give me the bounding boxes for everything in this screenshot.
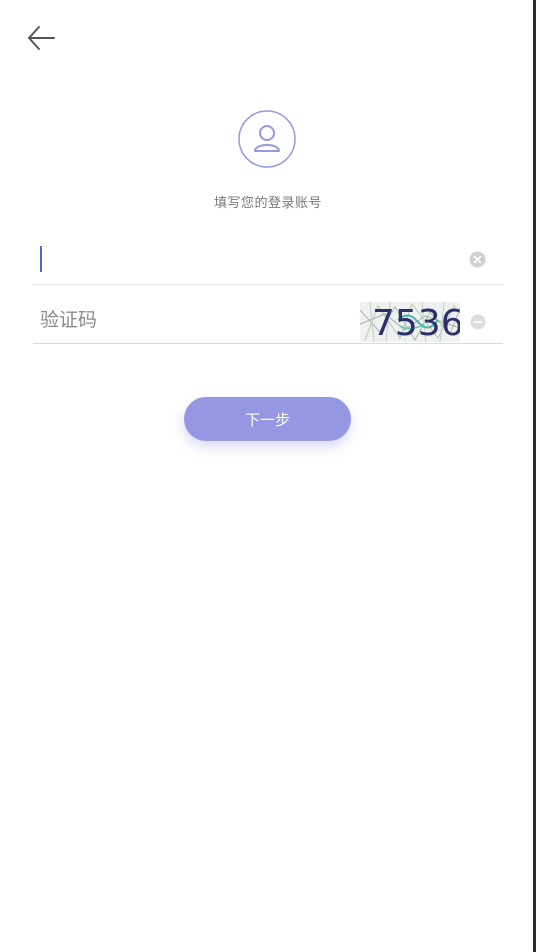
user-icon xyxy=(238,110,296,168)
refresh-circle-icon[interactable] xyxy=(470,314,486,330)
captcha-text: 7536 xyxy=(372,303,460,342)
account-field xyxy=(33,234,503,285)
captcha-input[interactable] xyxy=(40,305,340,337)
back-button[interactable] xyxy=(24,22,60,54)
next-step-button[interactable]: 下一步 xyxy=(184,397,351,441)
captcha-image[interactable]: 7536 xyxy=(359,301,464,344)
account-input[interactable] xyxy=(39,242,439,274)
text-caret xyxy=(40,246,42,272)
clear-circle-icon[interactable] xyxy=(469,251,486,268)
captcha-field: 7536 xyxy=(33,298,503,344)
login-prompt: 填写您的登录账号 xyxy=(213,196,322,211)
avatar xyxy=(238,110,296,168)
arrow-left-icon xyxy=(28,26,55,50)
